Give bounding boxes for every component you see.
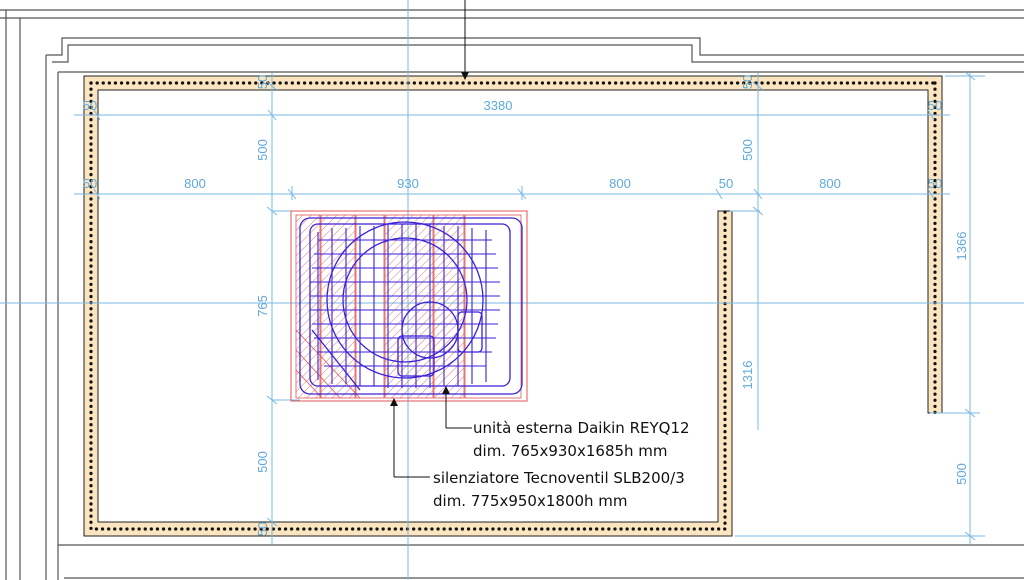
unit-label-line2: dim. 765x930x1685h mm	[473, 442, 668, 460]
dim-thickness-right-top: 50	[928, 98, 942, 113]
dim-thickness-top-axis: 50	[255, 75, 270, 89]
dim-bottom-clearance: 500	[255, 451, 270, 473]
dim-thickness-right-mid: 50	[928, 176, 942, 191]
unit-label-line1: unità esterna Daikin REYQ12	[473, 419, 690, 437]
dim-wall-height: 1316	[740, 361, 755, 390]
dim-left-gap: 800	[184, 176, 206, 191]
enclosure-wall	[83, 75, 943, 537]
dim-thickness-left-top: 50	[83, 98, 97, 113]
dim-thickness-left-mid: 50	[83, 176, 97, 191]
dim-top-clearance-right: 500	[740, 139, 755, 161]
dim-overall-width: 3380	[484, 98, 513, 113]
dim-unit-width: 930	[397, 176, 419, 191]
dimension-labels: 3380 800 930 800 800 50 50 50 50 50 50 5…	[83, 75, 969, 536]
silencer-label-line1: silenziatore Tecnoventil SLB200/3	[433, 469, 685, 487]
dim-thickness-bottom-axis: 50	[255, 522, 270, 536]
silencer-label-line2: dim. 775x950x1800h mm	[433, 492, 628, 510]
dim-right-bottom-gap: 500	[954, 463, 969, 485]
dim-top-clearance-left: 500	[255, 139, 270, 161]
dim-thickness-wall: 50	[719, 176, 733, 191]
dim-right-segment-height: 1366	[954, 232, 969, 261]
dim-unit-depth: 765	[255, 295, 270, 317]
dim-thickness-top-right-axis: 50	[740, 75, 755, 89]
cad-floor-plan: 3380 800 930 800 800 50 50 50 50 50 50 5…	[0, 0, 1024, 580]
annotations: unità esterna Daikin REYQ12 dim. 765x930…	[433, 419, 690, 510]
dim-right-gap: 800	[609, 176, 631, 191]
dim-right-zone: 800	[819, 176, 841, 191]
